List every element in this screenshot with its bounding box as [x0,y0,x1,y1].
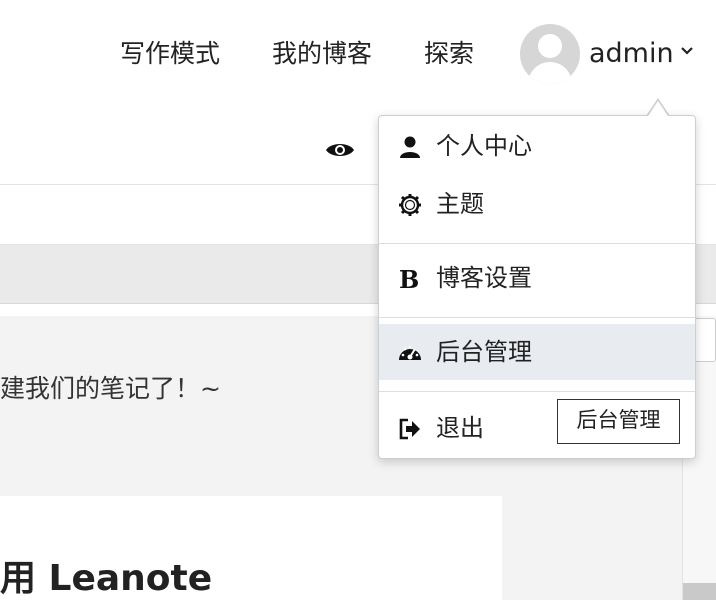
menu-item-profile[interactable]: 个人中心 [379,118,695,174]
menu-item-label: 个人中心 [436,132,532,160]
avatar[interactable] [520,24,580,84]
avatar-body [528,62,572,84]
gear-icon [399,194,421,216]
menu-divider [379,243,695,244]
sign-out-icon [399,418,420,440]
user-icon [400,136,420,158]
menu-item-label: 退出 [436,414,484,442]
menu-divider [379,391,695,392]
nav-my-blog[interactable]: 我的博客 [272,34,372,74]
chevron-down-icon[interactable] [680,46,694,56]
eye-icon[interactable] [325,140,355,160]
content-heading: 用 Leanote [0,558,213,599]
dashboard-icon [399,345,421,360]
avatar-head [538,34,562,58]
editor-text-line: 建我们的笔记了！~ [0,374,221,403]
svg-text:B: B [399,267,419,291]
menu-item-theme[interactable]: 主题 [379,176,695,232]
nav-write-mode[interactable]: 写作模式 [120,34,220,74]
menu-item-label: 后台管理 [436,338,532,366]
dropdown-caret-fill [648,101,668,116]
bold-b-icon: B [399,267,419,291]
menu-item-label: 主题 [436,190,484,218]
menu-divider [379,317,695,318]
menu-item-blog-settings[interactable]: B 博客设置 [379,250,695,306]
user-name[interactable]: admin [589,34,674,74]
scrollbar-thumb[interactable] [683,583,716,600]
menu-item-label: 博客设置 [436,264,532,292]
menu-item-admin[interactable]: 后台管理 [379,324,695,380]
nav-explore[interactable]: 探索 [424,34,474,74]
tooltip: 后台管理 [557,399,680,444]
